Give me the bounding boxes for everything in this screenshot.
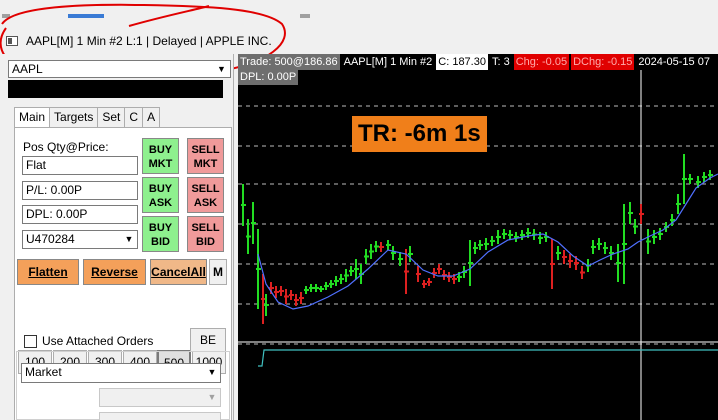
tab-indicator[interactable] xyxy=(2,14,10,18)
window-title: AAPL[M] 1 Min #2 L:1 | Delayed | APPLE I… xyxy=(26,34,272,48)
order-type-dropdown[interactable]: Market ▼ xyxy=(21,363,221,383)
tab-main[interactable]: Main xyxy=(14,107,51,128)
order-type-value: Market xyxy=(25,365,62,379)
be-button[interactable]: BE xyxy=(190,328,226,352)
account-value: U470284 xyxy=(26,232,75,246)
day-change-value: DChg: -0.15 xyxy=(571,54,635,70)
chart-date: 2024-05-15 07 xyxy=(638,56,710,68)
order-settings-group: Market ▼ ▼ xyxy=(16,351,230,420)
tab-targets[interactable]: Targets xyxy=(49,107,99,127)
sell-mkt-button[interactable]: SELL MKT xyxy=(187,138,224,174)
change-value: Chg: -0.05 xyxy=(513,54,570,70)
chart-header: Trade: 500@186.86 AAPL[M] 1 Min #2 C: 18… xyxy=(238,54,714,70)
buy-mkt-button[interactable]: BUY MKT xyxy=(142,138,179,174)
chart-dpl: DPL: 0.00P xyxy=(238,70,299,85)
use-attached-orders-checkbox[interactable] xyxy=(24,335,37,348)
status-bar xyxy=(8,80,223,98)
window-titlebar[interactable]: AAPL[M] 1 Min #2 L:1 | Delayed | APPLE I… xyxy=(0,28,718,54)
active-tab-indicator[interactable] xyxy=(68,14,104,18)
position-field: Flat xyxy=(22,156,138,175)
symbol-dropdown[interactable]: AAPL ▼ xyxy=(8,60,231,78)
flatten-button[interactable]: Flatten xyxy=(17,259,79,285)
chevron-down-icon[interactable]: ▼ xyxy=(122,232,136,247)
pos-qty-label: Pos Qty@Price: xyxy=(23,140,109,154)
tab-c[interactable]: C xyxy=(124,107,144,127)
chevron-down-icon[interactable]: ▼ xyxy=(205,365,219,380)
pl-field: P/L: 0.00P xyxy=(22,181,138,200)
panel-tabs: Main Targets Set C A xyxy=(14,107,161,128)
account-dropdown[interactable]: U470284 ▼ xyxy=(22,230,138,249)
window-icon xyxy=(6,36,18,46)
buy-bid-button[interactable]: BUY BID xyxy=(142,216,179,252)
symbol-value: AAPL xyxy=(12,62,43,76)
bar-timer: TR: -6m 1s xyxy=(352,116,487,152)
reverse-button[interactable]: Reverse xyxy=(83,259,146,285)
cancel-all-button[interactable]: CancelAll xyxy=(150,259,207,285)
use-attached-orders-label: Use Attached Orders xyxy=(42,334,154,348)
buy-ask-button[interactable]: BUY ASK xyxy=(142,177,179,213)
chevron-down-icon[interactable]: ▼ xyxy=(215,62,228,76)
price-chart[interactable]: Trade: 500@186.86 AAPL[M] 1 Min #2 C: 18… xyxy=(238,54,718,420)
disabled-dropdown xyxy=(99,412,221,420)
tab-indicator[interactable] xyxy=(300,14,310,18)
top-strip xyxy=(0,0,718,28)
chart-canvas[interactable] xyxy=(238,54,718,420)
close-price: C: 187.30 xyxy=(436,54,488,70)
chevron-down-icon: ▼ xyxy=(207,392,217,402)
trade-count: T: 3 xyxy=(491,56,510,68)
trade-info: Trade: 500@186.86 xyxy=(238,54,340,70)
order-panel: AAPL ▼ Main Targets Set C A Pos Qty@Pric… xyxy=(0,54,234,420)
disabled-dropdown: ▼ xyxy=(99,388,221,407)
tab-set[interactable]: Set xyxy=(97,107,126,127)
lower-indicator-line xyxy=(258,349,718,367)
dpl-field: DPL: 0.00P xyxy=(22,205,138,224)
m-button[interactable]: M xyxy=(209,259,227,285)
sell-bid-button[interactable]: SELL BID xyxy=(187,216,224,252)
sell-ask-button[interactable]: SELL ASK xyxy=(187,177,224,213)
chart-symbol: AAPL[M] 1 Min #2 xyxy=(343,56,433,68)
tab-a[interactable]: A xyxy=(142,107,161,127)
